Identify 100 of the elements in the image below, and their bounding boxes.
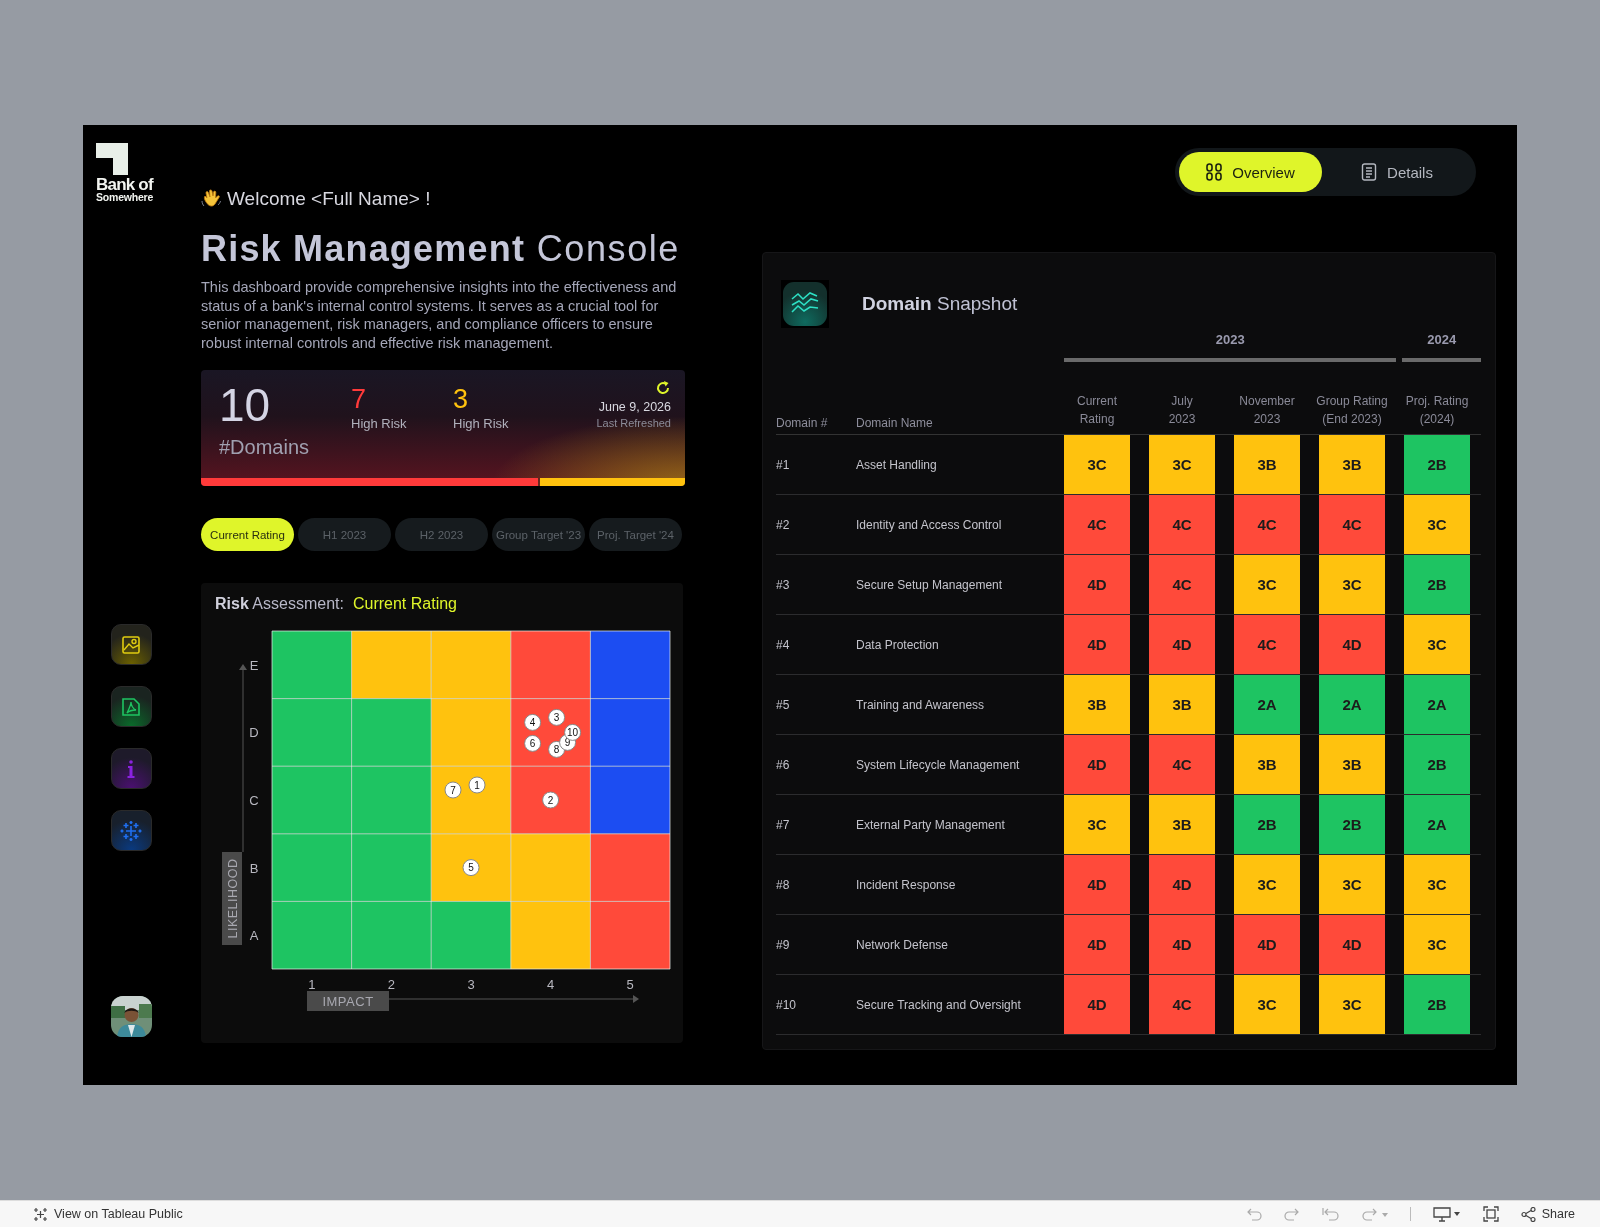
panel-title: Domain Snapshot — [862, 293, 1018, 315]
axis-tick-label: 4 — [547, 977, 555, 992]
domain-name: Secure Tracking and Oversight — [856, 997, 1022, 1012]
rating-cell: 2A — [1404, 795, 1470, 854]
domain-marker[interactable]: 4 — [524, 713, 542, 731]
dashboard-description: This dashboard provide comprehensive insights into the effectiveness and status of a bank's internal control systems. It serves as a crucial tool for senior management, risk managers, and compliance officers to ensure robust internal controls and effective risk management. — [201, 278, 678, 352]
rating-cell: 3C — [1319, 855, 1385, 914]
axis-tick-label: 3 — [467, 977, 475, 992]
axis-tick-label: 5 — [626, 977, 634, 992]
domain-marker[interactable]: 7 — [444, 781, 462, 799]
rating-cell: 4D — [1234, 915, 1300, 974]
sidebar-button[interactable] — [110, 686, 152, 727]
rating-cell: 3C — [1234, 975, 1300, 1034]
share-icon — [1520, 1206, 1536, 1222]
domain-number: #3 — [776, 577, 791, 592]
domain-number: #8 — [776, 877, 791, 892]
rating-cell: 3B — [1149, 675, 1215, 734]
domain-count-label: #Domains — [219, 436, 311, 459]
rating-cell: 3B — [1234, 435, 1300, 494]
domain-marker[interactable]: 1 — [468, 776, 486, 794]
view-tab[interactable]: Overview — [1179, 152, 1322, 192]
axis-tick-label: D — [249, 725, 259, 741]
domain-number: #6 — [776, 757, 791, 772]
rating-cell: 4D — [1064, 975, 1130, 1034]
domain-number: #1 — [776, 457, 791, 472]
refresh-label: Last Refreshed — [596, 417, 671, 429]
rating-cell: 4C — [1234, 495, 1300, 554]
rating-cell: 2B — [1404, 735, 1470, 794]
rating-cell: 4D — [1319, 615, 1385, 674]
column-header: Domain # — [776, 416, 829, 432]
axis-tick-label: 2 — [387, 977, 395, 992]
rating-cell: 3C — [1064, 435, 1130, 494]
axis-tick-label: C — [249, 793, 259, 808]
sidebar-button[interactable] — [110, 624, 152, 665]
rating-cell: 3C — [1404, 495, 1470, 554]
dashboard-title: Risk Management Console — [201, 229, 681, 269]
domain-name: Incident Response — [856, 877, 957, 892]
filter-tab[interactable]: Current Rating — [201, 518, 294, 551]
domain-marker[interactable]: 6 — [524, 734, 542, 752]
domain-number: #9 — [776, 937, 791, 952]
column-header: July 2023 — [1167, 393, 1197, 428]
x-axis-title: IMPACT — [307, 991, 389, 1011]
rating-cell: 2A — [1404, 675, 1470, 734]
rating-cell: 4C — [1064, 495, 1130, 554]
domain-marker[interactable]: 5 — [462, 859, 480, 877]
rating-cell: 2B — [1404, 435, 1470, 494]
axis-tick-label: E — [249, 657, 259, 673]
column-header: Proj. Rating (2024) — [1404, 393, 1470, 428]
welcome-text: Welcome <Full Name> ! — [227, 188, 431, 210]
chart-title: Risk Assessment: — [215, 595, 344, 613]
share-button[interactable]: Share — [1520, 1206, 1575, 1222]
rating-cell: 3C — [1404, 915, 1470, 974]
rating-cell: 4D — [1064, 855, 1130, 914]
logo-subtext: Somewhere — [96, 192, 154, 202]
domain-name: Secure Setup Management — [856, 577, 1004, 592]
view-tab[interactable]: Details — [1322, 152, 1472, 192]
axis-tick-label: A — [249, 928, 259, 944]
rating-cell: 2A — [1319, 675, 1385, 734]
rating-cell: 3C — [1149, 435, 1215, 494]
rating-cell: 3B — [1234, 735, 1300, 794]
rating-cell: 3C — [1234, 555, 1300, 614]
risk-count: 7 — [351, 384, 368, 414]
axis-tick-label: 1 — [308, 977, 316, 992]
rating-cell: 2B — [1319, 795, 1385, 854]
rating-cell: 4C — [1149, 975, 1215, 1034]
column-header: Current Rating — [1076, 393, 1118, 428]
logo-text: Bank of — [96, 177, 153, 192]
domain-name: Asset Handling — [856, 457, 938, 472]
domain-name: Training and Awareness — [856, 697, 986, 712]
axis-tick-label: B — [249, 860, 259, 876]
domain-name: System Lifecycle Management — [856, 757, 1021, 772]
rating-cell: 4D — [1319, 915, 1385, 974]
domain-marker[interactable]: 2 — [542, 791, 560, 809]
domain-marker[interactable]: 3 — [548, 708, 566, 726]
rating-cell: 3C — [1404, 855, 1470, 914]
risk-count: 3 — [453, 384, 470, 414]
rating-cell: 2B — [1404, 555, 1470, 614]
domain-name: Network Defense — [856, 937, 950, 952]
document-icon — [1361, 163, 1378, 181]
divider-line — [1409, 1207, 1411, 1221]
domain-name: Data Protection — [856, 637, 940, 652]
domain-name: Identity and Access Control — [856, 517, 1003, 532]
column-header: Domain Name — [856, 416, 934, 432]
risk-count-label: High Risk — [351, 416, 408, 431]
y-axis-title: LIKELIHOOD — [222, 852, 242, 945]
rating-cell: 4C — [1234, 615, 1300, 674]
present-icon[interactable] — [1432, 1206, 1461, 1222]
domain-name: External Party Management — [856, 817, 1006, 832]
rating-cell: 4D — [1149, 855, 1215, 914]
pdf-file-icon — [120, 695, 142, 718]
rating-cell: 3B — [1149, 795, 1215, 854]
rating-cell: 2B — [1404, 975, 1470, 1034]
domain-number: #7 — [776, 817, 791, 832]
rating-cell: 4C — [1149, 735, 1215, 794]
tableau-public-link[interactable]: View on Tableau Public — [33, 1206, 183, 1222]
rating-cell: 3C — [1319, 555, 1385, 614]
rating-cell: 3B — [1319, 435, 1385, 494]
rating-cell: 4D — [1149, 615, 1215, 674]
waving-hand-icon — [201, 188, 223, 210]
fullscreen-icon[interactable] — [1482, 1206, 1499, 1222]
